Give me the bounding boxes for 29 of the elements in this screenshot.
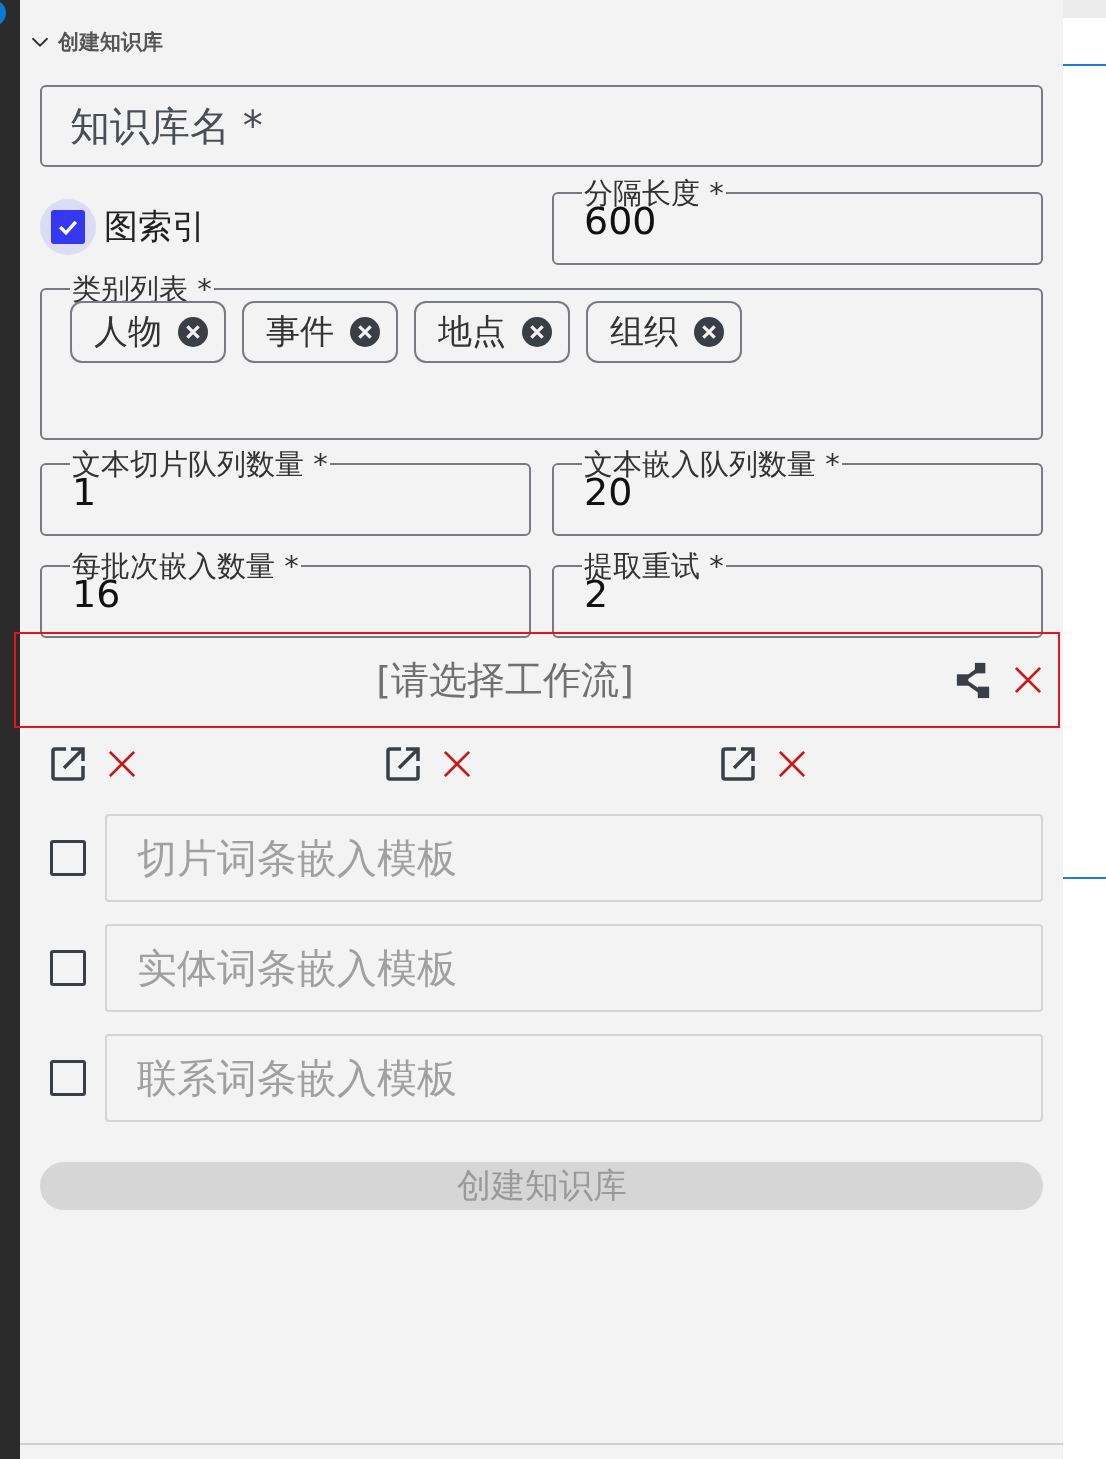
category-chip[interactable]: 事件 (242, 301, 398, 363)
close-icon[interactable] (108, 750, 136, 778)
number-field[interactable]: 每批次嵌入数量 * 16 (40, 554, 531, 638)
template-field[interactable]: 实体词条嵌入模板 (105, 924, 1043, 1012)
category-chip[interactable]: 地点 (414, 301, 570, 363)
number-field[interactable]: 提取重试 * 2 (552, 554, 1043, 638)
open-external-icon[interactable] (385, 746, 421, 782)
close-icon[interactable] (1014, 666, 1042, 694)
category-chip[interactable]: 组织 (586, 301, 742, 363)
remove-icon[interactable] (522, 317, 552, 347)
remove-icon[interactable] (350, 317, 380, 347)
open-external-icon[interactable] (50, 746, 86, 782)
checkbox[interactable] (50, 950, 86, 986)
name-field[interactable]: 知识库名 * (40, 85, 1043, 167)
template-field[interactable]: 切片词条嵌入模板 (105, 814, 1043, 902)
number-field[interactable]: 文本嵌入队列数量 * 20 (552, 452, 1043, 536)
remove-icon[interactable] (178, 317, 208, 347)
checkbox[interactable] (50, 840, 86, 876)
template-field[interactable]: 联系词条嵌入模板 (105, 1034, 1043, 1122)
remove-icon[interactable] (694, 317, 724, 347)
open-external-icon[interactable] (720, 746, 756, 782)
section-header[interactable]: 创建知识库 (30, 28, 163, 56)
graph-index-checkbox[interactable]: 图索引 (40, 199, 206, 255)
close-icon[interactable] (778, 750, 806, 778)
number-field[interactable]: 文本切片队列数量 * 1 (40, 452, 531, 536)
checkbox[interactable] (50, 1060, 86, 1096)
workflow-selector[interactable]: [请选择工作流] (14, 632, 1060, 728)
close-icon[interactable] (443, 750, 471, 778)
workflow-icon[interactable] (954, 660, 992, 700)
